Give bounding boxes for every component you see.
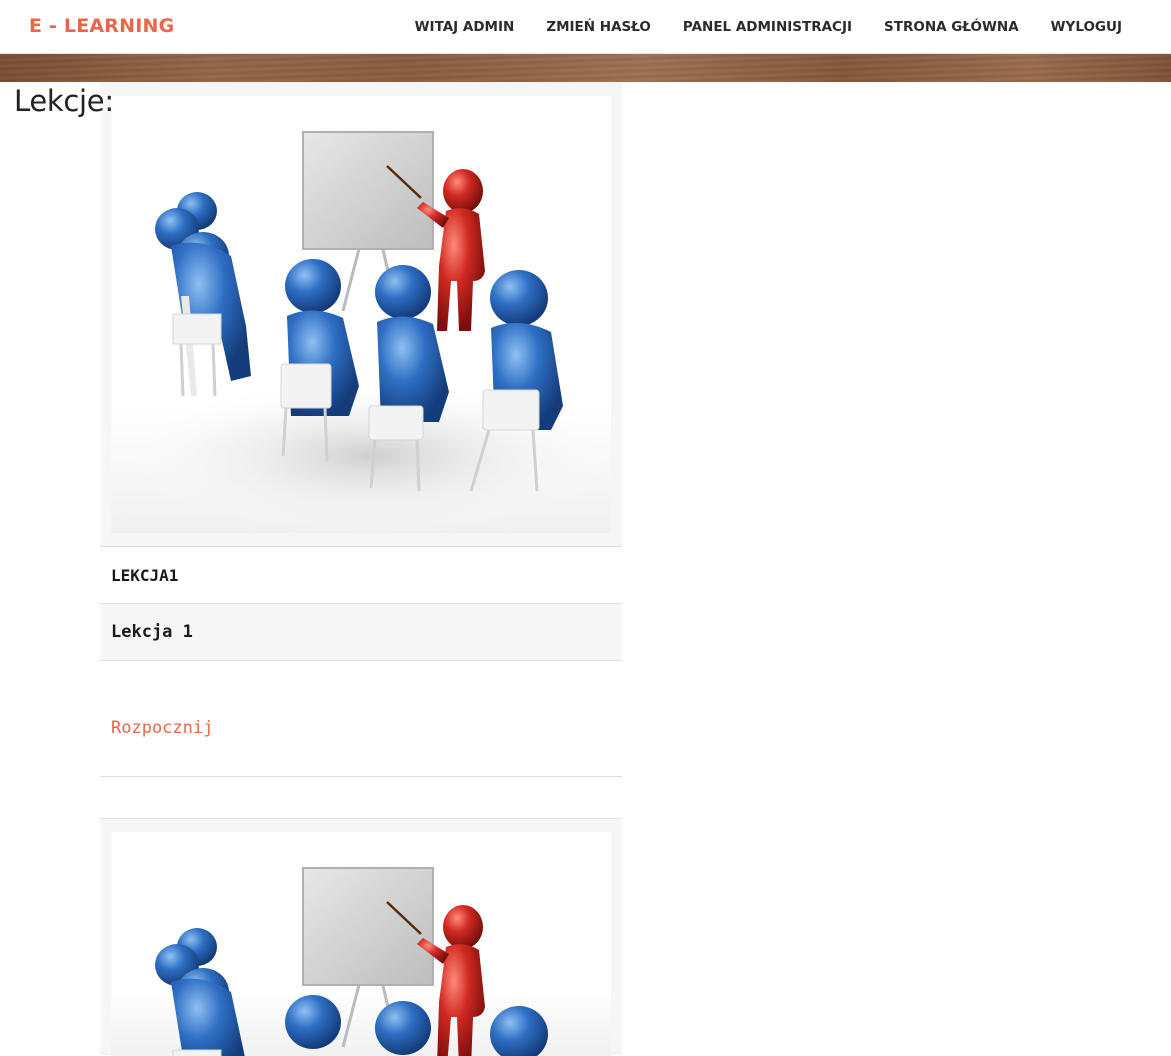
nav-admin-panel[interactable]: PANEL ADMINISTRACJI [683,19,852,35]
lesson-card: LEKCJA1 Lekcja 1 Rozpocznij [100,82,622,820]
card-spacer [100,777,622,820]
nav-welcome-admin[interactable]: WITAJ ADMIN [415,19,515,35]
lesson-description: Lekcja 1 [100,603,622,660]
lesson-actions: Rozpocznij [100,660,622,777]
nav-logout[interactable]: WYLOGUJ [1051,19,1122,35]
start-lesson-link[interactable]: Rozpocznij [111,718,213,738]
main-nav: WITAJ ADMIN ZMIEŃ HASŁO PANEL ADMINISTRA… [383,19,1122,35]
lesson-title: LEKCJA1 [100,546,622,603]
top-navbar: E - LEARNING WITAJ ADMIN ZMIEŃ HASŁO PAN… [0,0,1171,54]
lesson-thumbnail [111,832,611,1056]
lesson-thumbnail [111,96,611,533]
brand-logo-link[interactable]: E - LEARNING [29,15,174,37]
page-title: Lekcje: [14,84,114,118]
header-banner [0,54,1171,82]
nav-change-password[interactable]: ZMIEŃ HASŁO [546,19,651,35]
classroom-illustration [155,867,548,1056]
lesson-card [100,818,622,1056]
classroom-illustration [121,131,611,533]
nav-home[interactable]: STRONA GŁÓWNA [884,19,1019,35]
